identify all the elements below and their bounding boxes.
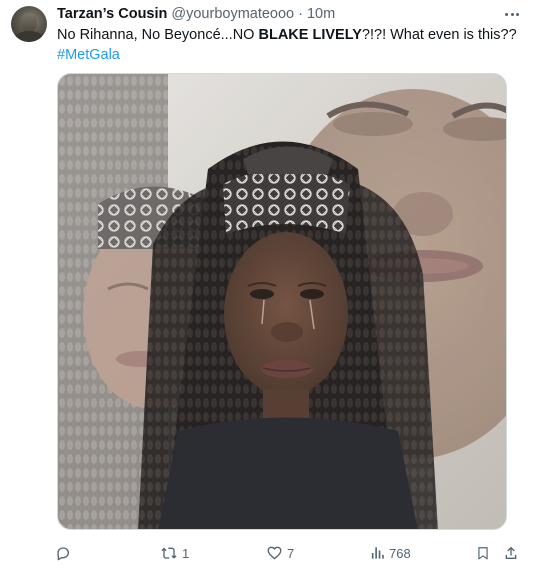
heart-icon xyxy=(267,546,282,560)
views-icon xyxy=(371,547,384,559)
tweet-text-bold: BLAKE LIVELY xyxy=(258,27,362,43)
tweet-text-part1: No Rihanna, No Beyoncé...NO xyxy=(57,27,259,43)
retweet-count: 1 xyxy=(182,545,190,561)
views-button[interactable]: 768 xyxy=(370,542,411,564)
more-dot xyxy=(504,12,508,16)
author-display-name[interactable]: Tarzan’s Cousin xyxy=(57,6,167,22)
avatar[interactable] xyxy=(11,6,47,42)
retweet-button[interactable]: 1 xyxy=(160,542,189,564)
avatar-face xyxy=(21,13,37,33)
retweet-icon xyxy=(161,547,177,559)
tweet-card[interactable]: Tarzan’s Cousin @yourboymateooo · 10m No… xyxy=(0,0,536,568)
tweet-photo[interactable] xyxy=(57,73,507,530)
more-dot xyxy=(516,12,520,16)
views-count: 768 xyxy=(389,545,411,561)
reply-icon xyxy=(57,547,69,561)
share-button[interactable] xyxy=(503,542,519,564)
separator-dot: · xyxy=(298,6,303,22)
share-icon xyxy=(505,546,517,559)
tweet-text: No Rihanna, No Beyoncé...NO BLAKE LIVELY… xyxy=(57,25,517,65)
like-count: 7 xyxy=(287,545,295,561)
photo-illustration xyxy=(58,74,506,529)
more-dot xyxy=(510,12,514,16)
more-options-button[interactable] xyxy=(500,6,524,22)
tweet-header: Tarzan’s Cousin @yourboymateooo · 10m xyxy=(57,5,335,23)
avatar-shoulders xyxy=(14,31,44,42)
bookmark-button[interactable] xyxy=(476,542,490,564)
tweet-timestamp[interactable]: 10m xyxy=(307,6,335,22)
hashtag-link[interactable]: #MetGala xyxy=(57,47,120,63)
reply-button[interactable] xyxy=(55,542,75,564)
like-button[interactable]: 7 xyxy=(266,542,294,564)
tweet-text-part2: ?!?! What even is this?? xyxy=(361,27,517,43)
tweet-actions: 1 7 768 xyxy=(0,542,536,564)
bookmark-icon xyxy=(478,547,488,560)
author-handle[interactable]: @yourboymateooo xyxy=(171,6,294,22)
